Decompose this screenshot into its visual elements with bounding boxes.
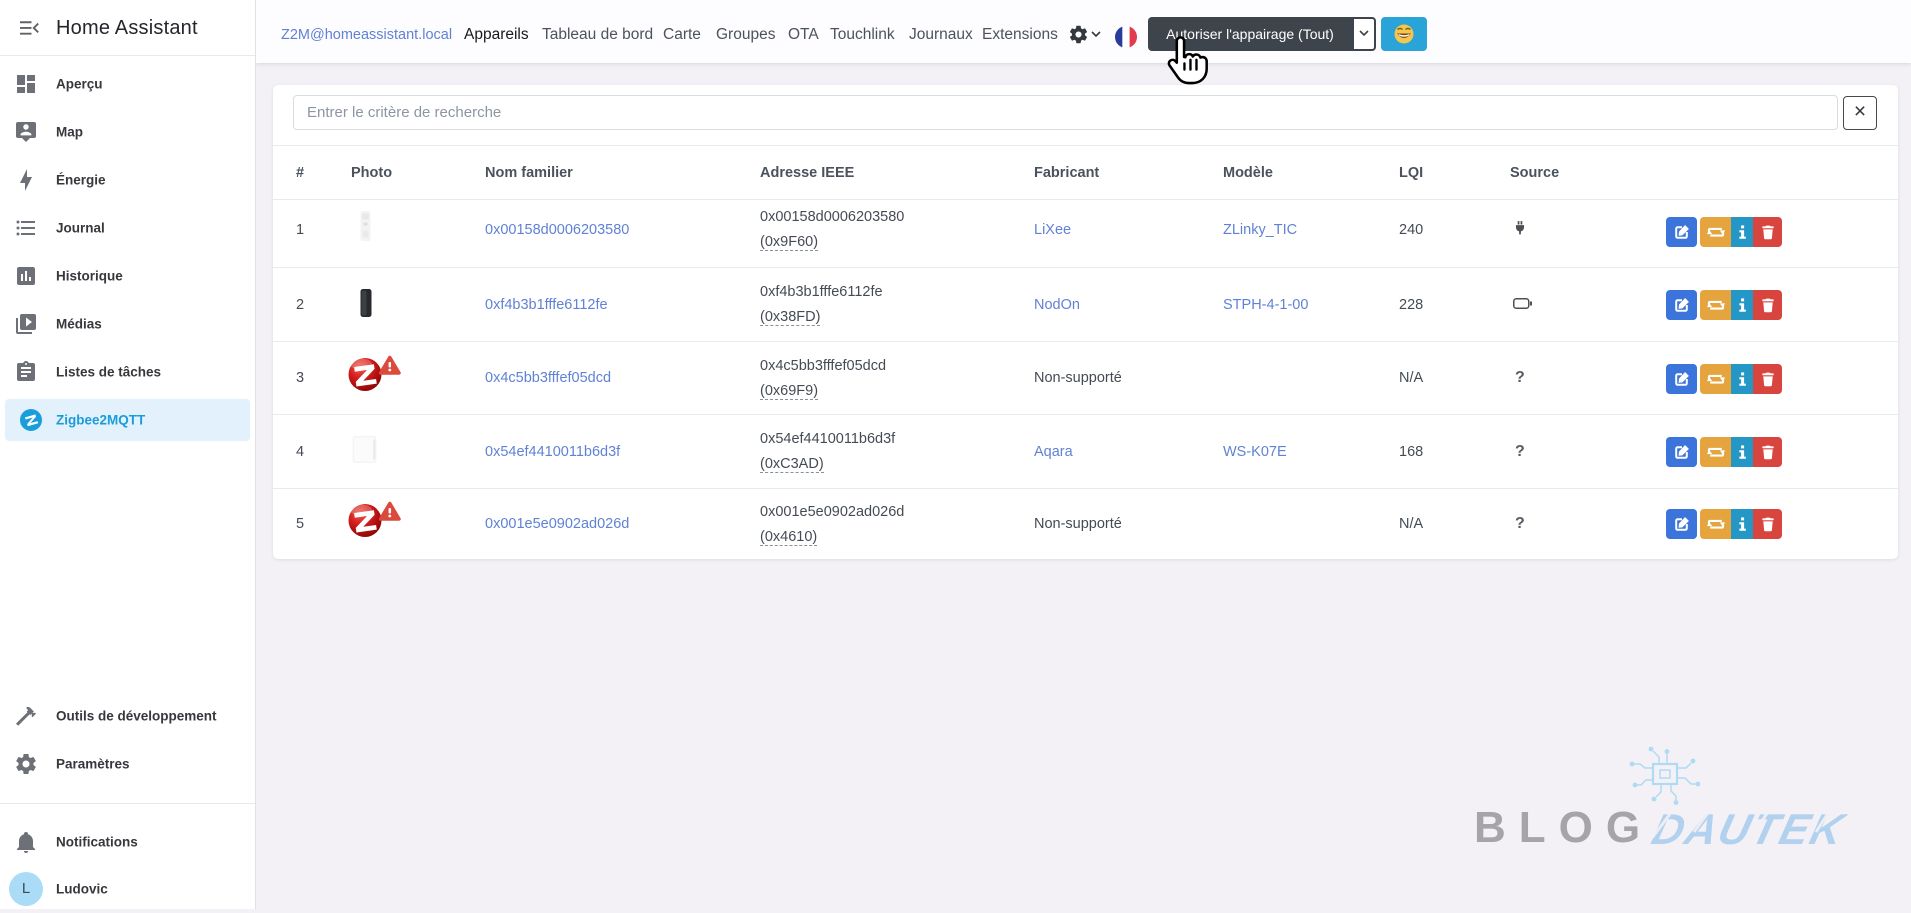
svg-text:DAUTEK: DAUTEK [1647,806,1852,854]
svg-text:BLOG: BLOG [1474,803,1653,852]
